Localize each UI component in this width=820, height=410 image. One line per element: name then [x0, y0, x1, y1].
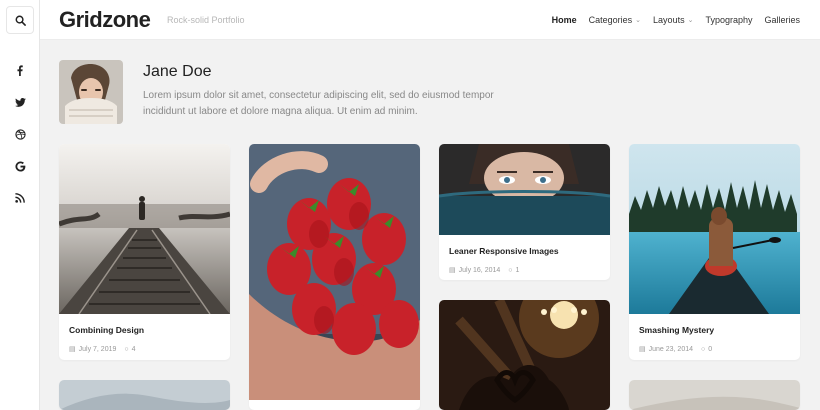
chevron-down-icon: ⌄ [635, 17, 642, 24]
comment-count[interactable]: 1 [516, 267, 520, 274]
site-logo[interactable]: Gridzone [59, 7, 151, 33]
dribbble-icon[interactable] [0, 118, 40, 150]
comment-count[interactable]: 4 [132, 346, 136, 353]
post-thumbnail[interactable] [629, 144, 800, 314]
search-icon [15, 15, 26, 26]
twitter-icon[interactable] [0, 86, 40, 118]
comment-count[interactable]: 0 [708, 346, 712, 353]
post-title[interactable]: Smashing Mystery [639, 325, 790, 335]
post-card[interactable] [59, 380, 230, 410]
nav-item-categories[interactable]: Categories ⌄ [589, 15, 641, 25]
post-card[interactable]: Smashing Mystery ▤ June 23, 2014 ○ 0 [629, 144, 800, 360]
post-card[interactable] [629, 380, 800, 410]
post-thumbnail[interactable] [629, 380, 800, 410]
comment-icon: ○ [508, 266, 513, 274]
post-thumbnail[interactable] [59, 144, 230, 314]
post-date: July 16, 2014 [458, 266, 501, 274]
nav-item-label: Home [551, 15, 577, 25]
main-nav: Home Categories ⌄ Layouts ⌄ Typography Gal… [552, 0, 800, 40]
nav-item-label: Layouts [653, 15, 685, 25]
rss-icon[interactable] [0, 182, 40, 214]
calendar-icon: ▤ [449, 267, 456, 274]
post-date: June 23, 2014 [648, 345, 693, 353]
post-thumbnail[interactable] [59, 380, 230, 410]
search-button[interactable] [6, 6, 34, 34]
calendar-icon: ▤ [69, 346, 76, 353]
calendar-icon: ▤ [639, 346, 646, 353]
facebook-icon[interactable] [0, 54, 40, 86]
post-card[interactable] [249, 144, 420, 410]
author-avatar[interactable] [59, 60, 123, 124]
nav-item-label: Categories [588, 15, 633, 25]
nav-item-home[interactable]: Home [552, 15, 577, 25]
chevron-down-icon: ⌄ [687, 17, 694, 24]
post-thumbnail[interactable] [439, 144, 610, 235]
post-card[interactable]: Leaner Responsive Images ▤ July 16, 2014 … [439, 144, 610, 280]
post-card[interactable] [439, 300, 610, 410]
post-thumbnail[interactable] [249, 144, 420, 400]
site-tagline: Rock-solid Portfolio [167, 15, 245, 25]
left-rail [0, 0, 40, 410]
comment-icon: ○ [701, 345, 706, 353]
social-links [0, 54, 40, 214]
nav-item-layouts[interactable]: Layouts ⌄ [653, 15, 693, 25]
top-bar: Gridzone Rock-solid Portfolio Home Categ… [40, 0, 820, 40]
google-icon[interactable] [0, 150, 40, 182]
post-title[interactable]: Leaner Responsive Images [449, 246, 600, 256]
nav-item-galleries[interactable]: Galleries [764, 15, 800, 25]
nav-item-label: Galleries [764, 15, 800, 25]
author-name: Jane Doe [143, 63, 212, 80]
comment-icon: ○ [124, 345, 129, 353]
post-card[interactable]: Combining Design ▤ July 7, 2019 ○ 4 [59, 144, 230, 360]
nav-item-label: Typography [705, 15, 753, 25]
author-bio: Lorem ipsum dolor sit amet, consectetur … [143, 90, 494, 117]
post-thumbnail[interactable] [439, 300, 610, 410]
post-title[interactable]: Combining Design [69, 325, 220, 335]
post-date: July 7, 2019 [78, 345, 117, 353]
nav-item-typography[interactable]: Typography [705, 15, 752, 25]
